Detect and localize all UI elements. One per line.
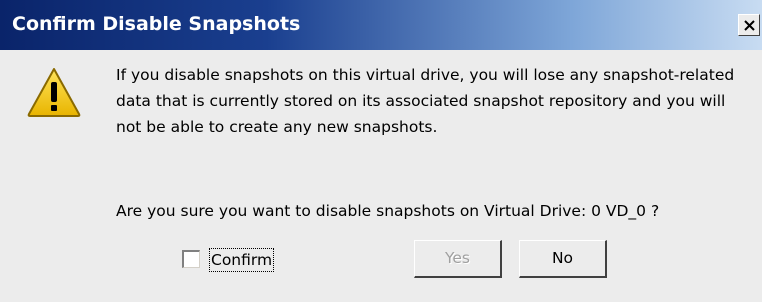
question-text: Are you sure you want to disable snapsho… (116, 202, 660, 220)
confirm-checkbox[interactable] (182, 250, 200, 268)
confirm-label[interactable]: Confirm (209, 248, 275, 272)
close-icon (744, 20, 755, 31)
close-button[interactable] (738, 14, 760, 36)
yes-button[interactable]: Yes (414, 240, 502, 278)
confirm-disable-snapshots-dialog: Confirm Disable Snapshots If you disable… (0, 0, 762, 302)
message-paragraph: If you disable snapshots on this virtual… (116, 66, 735, 136)
message-text: If you disable snapshots on this virtual… (116, 62, 736, 140)
title-bar[interactable]: Confirm Disable Snapshots (0, 0, 762, 50)
dialog-title: Confirm Disable Snapshots (12, 13, 301, 35)
no-button[interactable]: No (519, 240, 607, 278)
warning-icon (27, 68, 81, 117)
